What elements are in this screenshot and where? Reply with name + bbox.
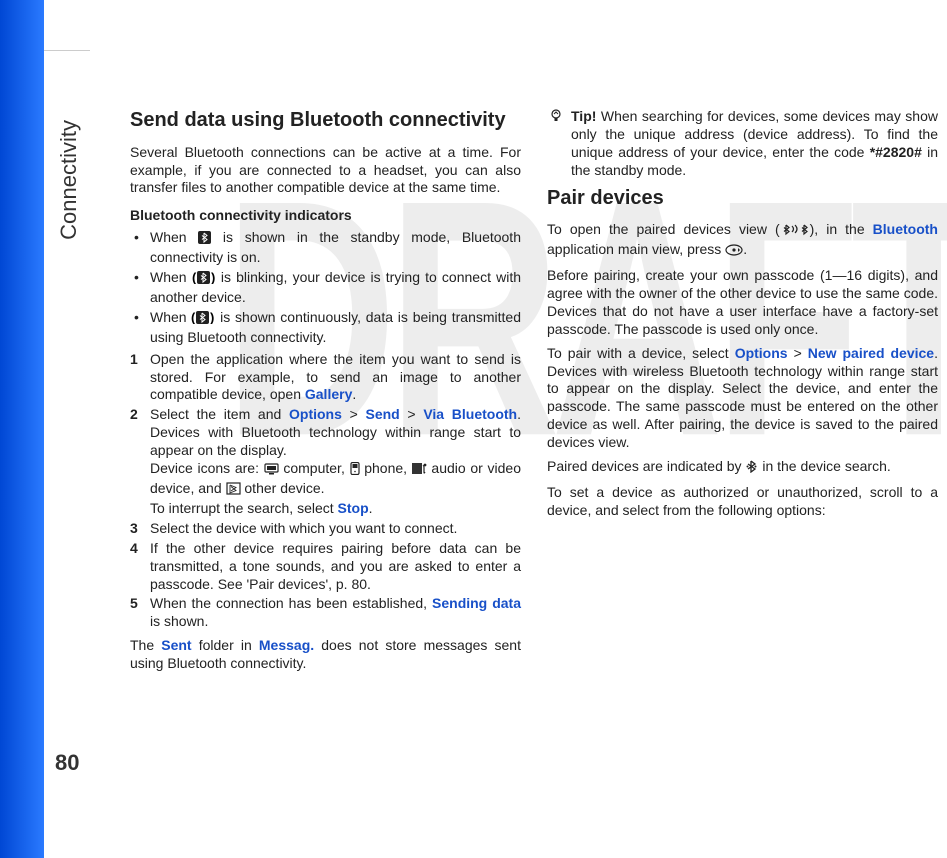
- text: .: [743, 241, 747, 257]
- link-options-2: Options: [735, 345, 788, 361]
- text: To open the paired devices view (: [547, 221, 780, 237]
- link-via-bluetooth: Via Bluetooth: [423, 406, 517, 422]
- text: The: [130, 637, 161, 653]
- svg-text:(: (: [191, 311, 196, 324]
- step-4: If the other device requires pairing bef…: [130, 540, 521, 594]
- text: Device icons are:: [150, 460, 264, 476]
- text: other device.: [241, 480, 325, 496]
- paired-indicated-paragraph: Paired devices are indicated by in the d…: [547, 458, 938, 478]
- link-sending-data: Sending data: [432, 595, 521, 611]
- indicator-item-1: When is shown in the standby mode, Bluet…: [130, 229, 521, 267]
- link-gallery: Gallery: [305, 386, 352, 402]
- text: application main view, press: [547, 241, 725, 257]
- page-content: Send data using Bluetooth connectivity S…: [130, 108, 938, 688]
- text: in the device search.: [758, 458, 890, 474]
- text: ), in the: [810, 221, 873, 237]
- intro-paragraph: Several Bluetooth connections can be act…: [130, 144, 521, 198]
- indicator-item-3: When () is shown continuously, data is b…: [130, 309, 521, 347]
- nav-right-icon: [725, 243, 743, 261]
- text: folder in: [192, 637, 259, 653]
- step-2-interrupt: To interrupt the search, select Stop.: [150, 500, 521, 518]
- step-1: Open the application where the item you …: [130, 351, 521, 405]
- tip-label: Tip!: [571, 108, 596, 124]
- phone-icon: [350, 462, 360, 480]
- text: computer,: [279, 460, 350, 476]
- text: When the connection has been established…: [150, 595, 432, 611]
- step-2: Select the item and Options > Send > Via…: [130, 406, 521, 517]
- computer-icon: [264, 462, 279, 480]
- bluetooth-paren-icon: (): [191, 311, 215, 329]
- step-5: When the connection has been established…: [130, 595, 521, 631]
- link-bluetooth: Bluetooth: [873, 221, 938, 237]
- text: >: [342, 406, 366, 422]
- bluetooth-paren-icon: (): [192, 271, 216, 289]
- text: Select the item and: [150, 406, 289, 422]
- tip-icon: [549, 109, 563, 128]
- section-label: Connectivity: [56, 120, 82, 240]
- heading-indicators: Bluetooth connectivity indicators: [130, 207, 521, 225]
- link-sent: Sent: [161, 637, 191, 653]
- indicator-list: When is shown in the standby mode, Bluet…: [130, 229, 521, 346]
- svg-text:): ): [211, 271, 215, 284]
- pair-passcode-paragraph: Before pairing, create your own passcode…: [547, 267, 938, 339]
- text: is shown.: [150, 613, 208, 629]
- link-options: Options: [289, 406, 342, 422]
- corner-notch: [44, 0, 90, 51]
- heading-pair-devices: Pair devices: [547, 186, 938, 212]
- paired-indicator-icon: [745, 460, 758, 478]
- authorize-paragraph: To set a device as authorized or unautho…: [547, 484, 938, 520]
- bluetooth-icon: [198, 231, 211, 249]
- other-device-icon: [226, 482, 241, 500]
- audio-video-icon: [412, 462, 427, 480]
- text: >: [400, 406, 424, 422]
- pair-open-paragraph: To open the paired devices view ( ), in t…: [547, 221, 938, 261]
- text: To interrupt the search, select: [150, 500, 338, 516]
- page-number: 80: [55, 750, 79, 776]
- link-send: Send: [365, 406, 399, 422]
- text: .: [352, 386, 356, 402]
- indicator-item-2: When () is blinking, your device is tryi…: [130, 269, 521, 307]
- heading-send-data: Send data using Bluetooth connectivity: [130, 108, 521, 134]
- sent-folder-paragraph: The Sent folder in Messag. does not stor…: [130, 637, 521, 673]
- pair-select-paragraph: To pair with a device, select Options > …: [547, 345, 938, 452]
- link-stop: Stop: [338, 500, 369, 516]
- text: To pair with a device, select: [547, 345, 735, 361]
- text: When: [150, 309, 191, 325]
- link-messag: Messag.: [259, 637, 314, 653]
- step-3: Select the device with which you want to…: [130, 520, 521, 538]
- paired-view-icon: [780, 223, 810, 241]
- text: Paired devices are indicated by: [547, 458, 745, 474]
- text: >: [788, 345, 808, 361]
- tip-code: *#2820#: [870, 144, 922, 160]
- link-new-paired: New paired device: [808, 345, 934, 361]
- steps-list: Open the application where the item you …: [130, 351, 521, 632]
- side-blue-bar: [0, 0, 44, 858]
- step-2-devices: Device icons are: computer, phone, audio…: [150, 460, 521, 500]
- svg-text:(: (: [192, 271, 197, 284]
- text: phone,: [360, 460, 412, 476]
- text: When: [150, 229, 198, 245]
- text: When: [150, 269, 192, 285]
- text: .: [369, 500, 373, 516]
- tip-block: Tip! When searching for devices, some de…: [547, 108, 938, 180]
